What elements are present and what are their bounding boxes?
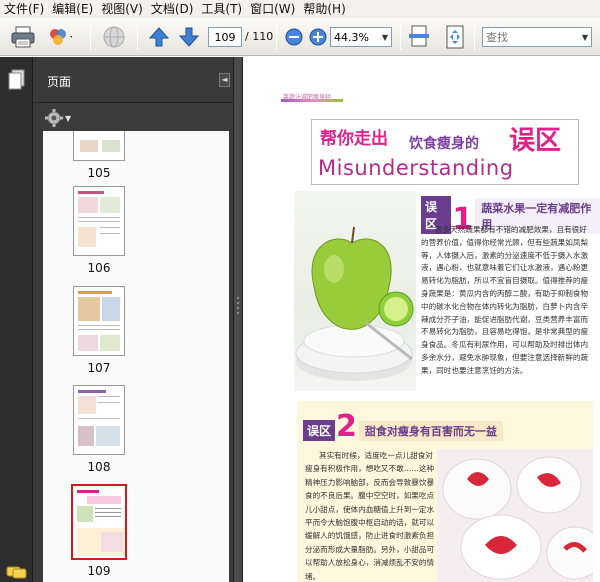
page-thumbnail[interactable] [73, 131, 125, 161]
title-part-1: 帮你走出 [320, 129, 388, 149]
pages-panel: 页面 ◄ ▼ 105 106 107 108 109 [33, 57, 233, 582]
gear-icon [45, 109, 63, 127]
previous-page-button[interactable] [146, 24, 172, 50]
zoom-in-button[interactable] [305, 24, 331, 50]
arrow-up-icon [148, 27, 170, 47]
fit-width-icon [409, 25, 429, 47]
fit-width-button[interactable] [406, 24, 432, 50]
toolbar: / 110 44.3% ▼ ▼ [0, 18, 600, 56]
menu-window[interactable]: 窗口(W) [248, 0, 301, 18]
page-thumbnail[interactable] [73, 186, 125, 256]
globe-icon [103, 26, 125, 48]
pages-panel-header: 页面 ◄ [33, 57, 233, 103]
share-icon [50, 29, 72, 45]
page-thumbnail-selected[interactable] [71, 484, 127, 560]
navigation-strip [0, 57, 33, 582]
zoom-out-icon [285, 28, 303, 46]
thumbnail-list[interactable]: 105 106 107 108 109 [43, 131, 229, 582]
article-title: 帮你走出 饮食瘦身的 误区 Misunderstanding [311, 119, 579, 185]
menu-view[interactable]: 视图(V) [99, 0, 149, 18]
pages-icon [8, 69, 25, 90]
title-part-3: 误区 [509, 126, 562, 156]
comments-nav-button[interactable] [6, 565, 28, 582]
pages-nav-button[interactable] [8, 69, 26, 94]
apple-image [294, 191, 416, 391]
menu-help[interactable]: 帮助(H) [301, 0, 351, 18]
section2-body: 其实有时候，适度吃一点儿甜食对瘦身有积极作用，想吃又不敢……这种精神压力影响脑部… [305, 451, 435, 581]
menu-file[interactable]: 文件(F) [2, 0, 50, 18]
zoom-select[interactable]: 44.3% ▼ [330, 27, 392, 47]
section2-label: 误区 [303, 420, 336, 441]
menu-document[interactable]: 文档(D) [149, 0, 200, 18]
comment-icon [6, 566, 27, 579]
panel-splitter[interactable] [233, 57, 243, 582]
chevron-down-icon[interactable]: ▼ [579, 33, 591, 42]
menu-tools[interactable]: 工具(T) [199, 0, 248, 18]
menu-edit[interactable]: 编辑(E) [50, 0, 99, 18]
panel-title: 页面 [47, 75, 72, 89]
page-thumbnail[interactable] [73, 385, 125, 455]
section1-body: 很多天然蔬果都有不错的减肥效果，且有很好的营养价值，值得你经常光顾，但有些蔬果如… [421, 225, 589, 375]
thumbnail-label: 106 [87, 261, 111, 275]
header-divider [281, 99, 343, 102]
arrow-down-icon [178, 27, 200, 47]
share-button[interactable] [46, 24, 72, 50]
page-number-input[interactable] [208, 27, 242, 47]
zoom-out-button[interactable] [281, 24, 307, 50]
section2-box: 误区 2 甜食对瘦身有百害而无一益 其实有时候，适度吃一点儿甜食对瘦身有积极作用… [297, 401, 600, 582]
chevron-down-icon: ▼ [65, 113, 72, 123]
search-input[interactable] [483, 30, 579, 44]
thumbnail-label: 107 [87, 361, 111, 375]
thumbnail-label: 108 [87, 460, 111, 474]
section2-title: 甜食对瘦身有百害而无一益 [358, 421, 503, 441]
section2-heading: 误区 2 甜食对瘦身有百害而无一益 [303, 409, 503, 444]
thumbnail-label: 109 [87, 564, 111, 578]
next-page-button[interactable] [176, 24, 202, 50]
menu-bar: 文件(F) 编辑(E) 视图(V) 文档(D) 工具(T) 窗口(W) 帮助(H… [0, 0, 600, 18]
chevron-down-icon[interactable]: ▼ [379, 28, 391, 46]
collaborate-button[interactable] [101, 24, 127, 50]
document-view[interactable]: 莱蔬汁減肥瘦身经 帮你走出 饮食瘦身的 误区 Misunderstanding … [243, 57, 600, 582]
page-thumbnail[interactable] [73, 286, 125, 356]
collapse-panel-button[interactable]: ◄ [219, 73, 230, 87]
section2-number: 2 [336, 409, 357, 444]
panel-options-button[interactable]: ▼ [45, 109, 71, 127]
search-box[interactable]: ▼ [482, 27, 592, 47]
print-button[interactable] [10, 24, 36, 50]
title-part-2: 饮食瘦身的 [409, 136, 479, 152]
printer-icon [11, 26, 35, 48]
candy-image [437, 449, 600, 582]
title-english: Misunderstanding [318, 156, 514, 180]
thumbnail-label: 105 [87, 166, 111, 180]
page-total-label: / 110 [245, 30, 274, 43]
zoom-value: 44.3% [334, 30, 369, 44]
zoom-in-icon [309, 28, 327, 46]
fit-page-button[interactable] [442, 24, 468, 50]
fit-page-icon [446, 25, 464, 49]
